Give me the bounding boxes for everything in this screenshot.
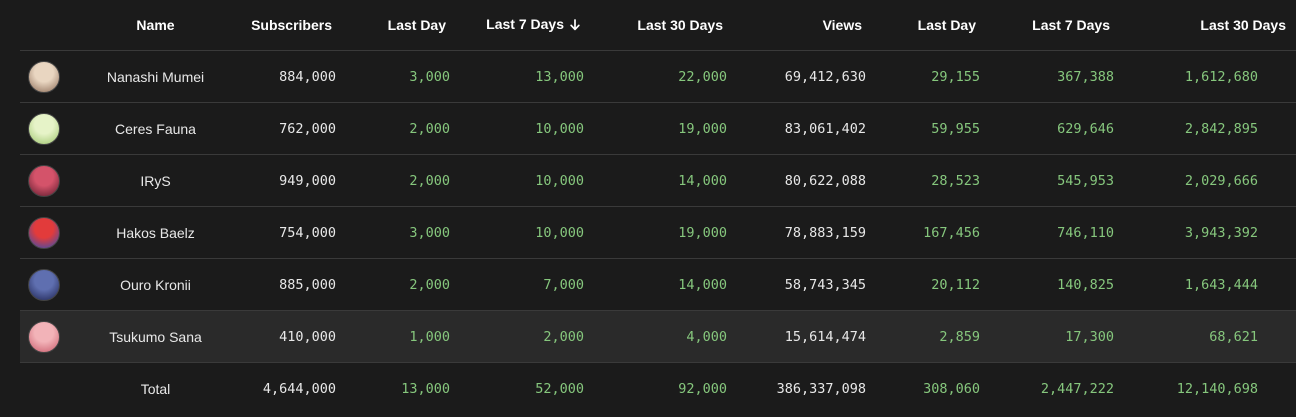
arrow-down-icon xyxy=(570,18,580,34)
header-views-last-7-days[interactable]: Last 7 Days xyxy=(994,0,1128,51)
cell-views-last-30-days: 2,029,666 xyxy=(1128,154,1296,207)
talent-name[interactable]: Tsukumo Sana xyxy=(68,310,243,363)
avatar[interactable] xyxy=(28,60,60,93)
total-views-last-day: 308,060 xyxy=(923,381,980,397)
cell-subs-last-30-days: 4,000 xyxy=(598,310,741,363)
cell-views: 78,883,159 xyxy=(741,206,880,259)
cell-subs-last-30-days: 14,000 xyxy=(598,258,741,311)
cell-subs-last-day: 1,000 xyxy=(350,310,464,363)
cell-views-last-7-days: 17,300 xyxy=(994,310,1128,363)
header-subs-last-7-days-label: Last 7 Days xyxy=(486,16,564,32)
total-views-last-30-days: 12,140,698 xyxy=(1176,381,1258,397)
avatar[interactable] xyxy=(28,320,60,353)
total-views: 386,337,098 xyxy=(776,381,866,397)
total-views-last-7-days: 2,447,222 xyxy=(1040,381,1114,397)
cell-subscribers: 885,000 xyxy=(243,258,350,311)
talent-name[interactable]: Ceres Fauna xyxy=(68,102,243,155)
cell-subscribers: 754,000 xyxy=(243,206,350,259)
avatar[interactable] xyxy=(28,216,60,249)
cell-views-last-7-days: 746,110 xyxy=(994,206,1128,259)
header-subscribers[interactable]: Subscribers xyxy=(243,0,350,51)
cell-views-last-30-days: 3,943,392 xyxy=(1128,206,1296,259)
total-row: Total 4,644,000 13,000 52,000 92,000 386… xyxy=(20,363,1296,416)
header-avatar xyxy=(20,0,68,51)
cell-subs-last-30-days: 22,000 xyxy=(598,50,741,103)
cell-views: 69,412,630 xyxy=(741,50,880,103)
cell-views: 83,061,402 xyxy=(741,102,880,155)
header-subs-last-30-days[interactable]: Last 30 Days xyxy=(598,0,741,51)
cell-views-last-7-days: 545,953 xyxy=(994,154,1128,207)
table-row[interactable]: IRyS 949,000 2,000 10,000 14,000 80,622,088 28… xyxy=(20,154,1296,207)
avatar[interactable] xyxy=(28,112,60,145)
stats-table-container: Name Subscribers Last Day Last 7 Days La… xyxy=(20,0,1296,417)
cell-views-last-30-days: 1,643,444 xyxy=(1128,258,1296,311)
avatar-cell xyxy=(20,206,68,259)
header-subs-last-7-days[interactable]: Last 7 Days xyxy=(464,0,598,51)
cell-views: 58,743,345 xyxy=(741,258,880,311)
avatar-cell xyxy=(20,258,68,311)
avatar[interactable] xyxy=(28,268,60,301)
total-subscribers: 4,644,000 xyxy=(262,381,336,397)
talent-name[interactable]: Ouro Kronii xyxy=(68,258,243,311)
cell-views-last-day: 20,112 xyxy=(880,258,994,311)
table-row[interactable]: Nanashi Mumei 884,000 3,000 13,000 22,000 69,… xyxy=(20,50,1296,103)
cell-views-last-day: 28,523 xyxy=(880,154,994,207)
cell-subs-last-day: 2,000 xyxy=(350,258,464,311)
total-subs-last-30-days: 92,000 xyxy=(678,381,727,397)
cell-views-last-day: 167,456 xyxy=(880,206,994,259)
avatar-cell xyxy=(20,310,68,363)
cell-subs-last-7-days: 2,000 xyxy=(464,310,598,363)
cell-subs-last-7-days: 10,000 xyxy=(464,206,598,259)
cell-subs-last-7-days: 7,000 xyxy=(464,258,598,311)
cell-subs-last-day: 3,000 xyxy=(350,50,464,103)
cell-views-last-day: 29,155 xyxy=(880,50,994,103)
cell-subs-last-7-days: 10,000 xyxy=(464,154,598,207)
cell-views-last-day: 59,955 xyxy=(880,102,994,155)
cell-subs-last-day: 3,000 xyxy=(350,206,464,259)
cell-views-last-7-days: 140,825 xyxy=(994,258,1128,311)
total-avatar-cell xyxy=(20,363,68,416)
header-views-last-day[interactable]: Last Day xyxy=(880,0,994,51)
cell-views-last-7-days: 629,646 xyxy=(994,102,1128,155)
total-subs-last-day: 13,000 xyxy=(401,381,450,397)
talent-name[interactable]: IRyS xyxy=(68,154,243,207)
cell-subscribers: 949,000 xyxy=(243,154,350,207)
total-label: Total xyxy=(140,381,171,397)
table-row[interactable]: Tsukumo Sana 410,000 1,000 2,000 4,000 15,614… xyxy=(20,310,1296,363)
header-views-last-30-days[interactable]: Last 30 Days xyxy=(1128,0,1296,51)
table-row[interactable]: Hakos Baelz 754,000 3,000 10,000 19,000 78,88… xyxy=(20,206,1296,259)
total-subs-last-7-days: 52,000 xyxy=(535,381,584,397)
avatar-cell xyxy=(20,50,68,103)
header-subs-last-day[interactable]: Last Day xyxy=(350,0,464,51)
cell-views-last-30-days: 2,842,895 xyxy=(1128,102,1296,155)
header-name[interactable]: Name xyxy=(68,0,243,51)
table-body: Nanashi Mumei 884,000 3,000 13,000 22,000 69,… xyxy=(20,50,1296,363)
cell-subs-last-day: 2,000 xyxy=(350,154,464,207)
header-row: Name Subscribers Last Day Last 7 Days La… xyxy=(20,0,1296,51)
cell-subscribers: 762,000 xyxy=(243,102,350,155)
cell-subs-last-7-days: 13,000 xyxy=(464,50,598,103)
avatar-cell xyxy=(20,102,68,155)
table-row[interactable]: Ouro Kronii 885,000 2,000 7,000 14,000 58,743… xyxy=(20,258,1296,311)
cell-views: 80,622,088 xyxy=(741,154,880,207)
talent-name[interactable]: Nanashi Mumei xyxy=(68,50,243,103)
header-views[interactable]: Views xyxy=(741,0,880,51)
cell-views-last-30-days: 68,621 xyxy=(1128,310,1296,363)
cell-subs-last-30-days: 14,000 xyxy=(598,154,741,207)
cell-subs-last-30-days: 19,000 xyxy=(598,206,741,259)
cell-views-last-day: 2,859 xyxy=(880,310,994,363)
avatar[interactable] xyxy=(28,164,60,197)
cell-subs-last-7-days: 10,000 xyxy=(464,102,598,155)
cell-subscribers: 410,000 xyxy=(243,310,350,363)
talent-name[interactable]: Hakos Baelz xyxy=(68,206,243,259)
cell-views: 15,614,474 xyxy=(741,310,880,363)
cell-views-last-30-days: 1,612,680 xyxy=(1128,50,1296,103)
cell-subs-last-day: 2,000 xyxy=(350,102,464,155)
cell-subscribers: 884,000 xyxy=(243,50,350,103)
cell-views-last-7-days: 367,388 xyxy=(994,50,1128,103)
cell-subs-last-30-days: 19,000 xyxy=(598,102,741,155)
talent-stats-table: Name Subscribers Last Day Last 7 Days La… xyxy=(20,0,1296,415)
avatar-cell xyxy=(20,154,68,207)
table-row[interactable]: Ceres Fauna 762,000 2,000 10,000 19,000 83,06… xyxy=(20,102,1296,155)
